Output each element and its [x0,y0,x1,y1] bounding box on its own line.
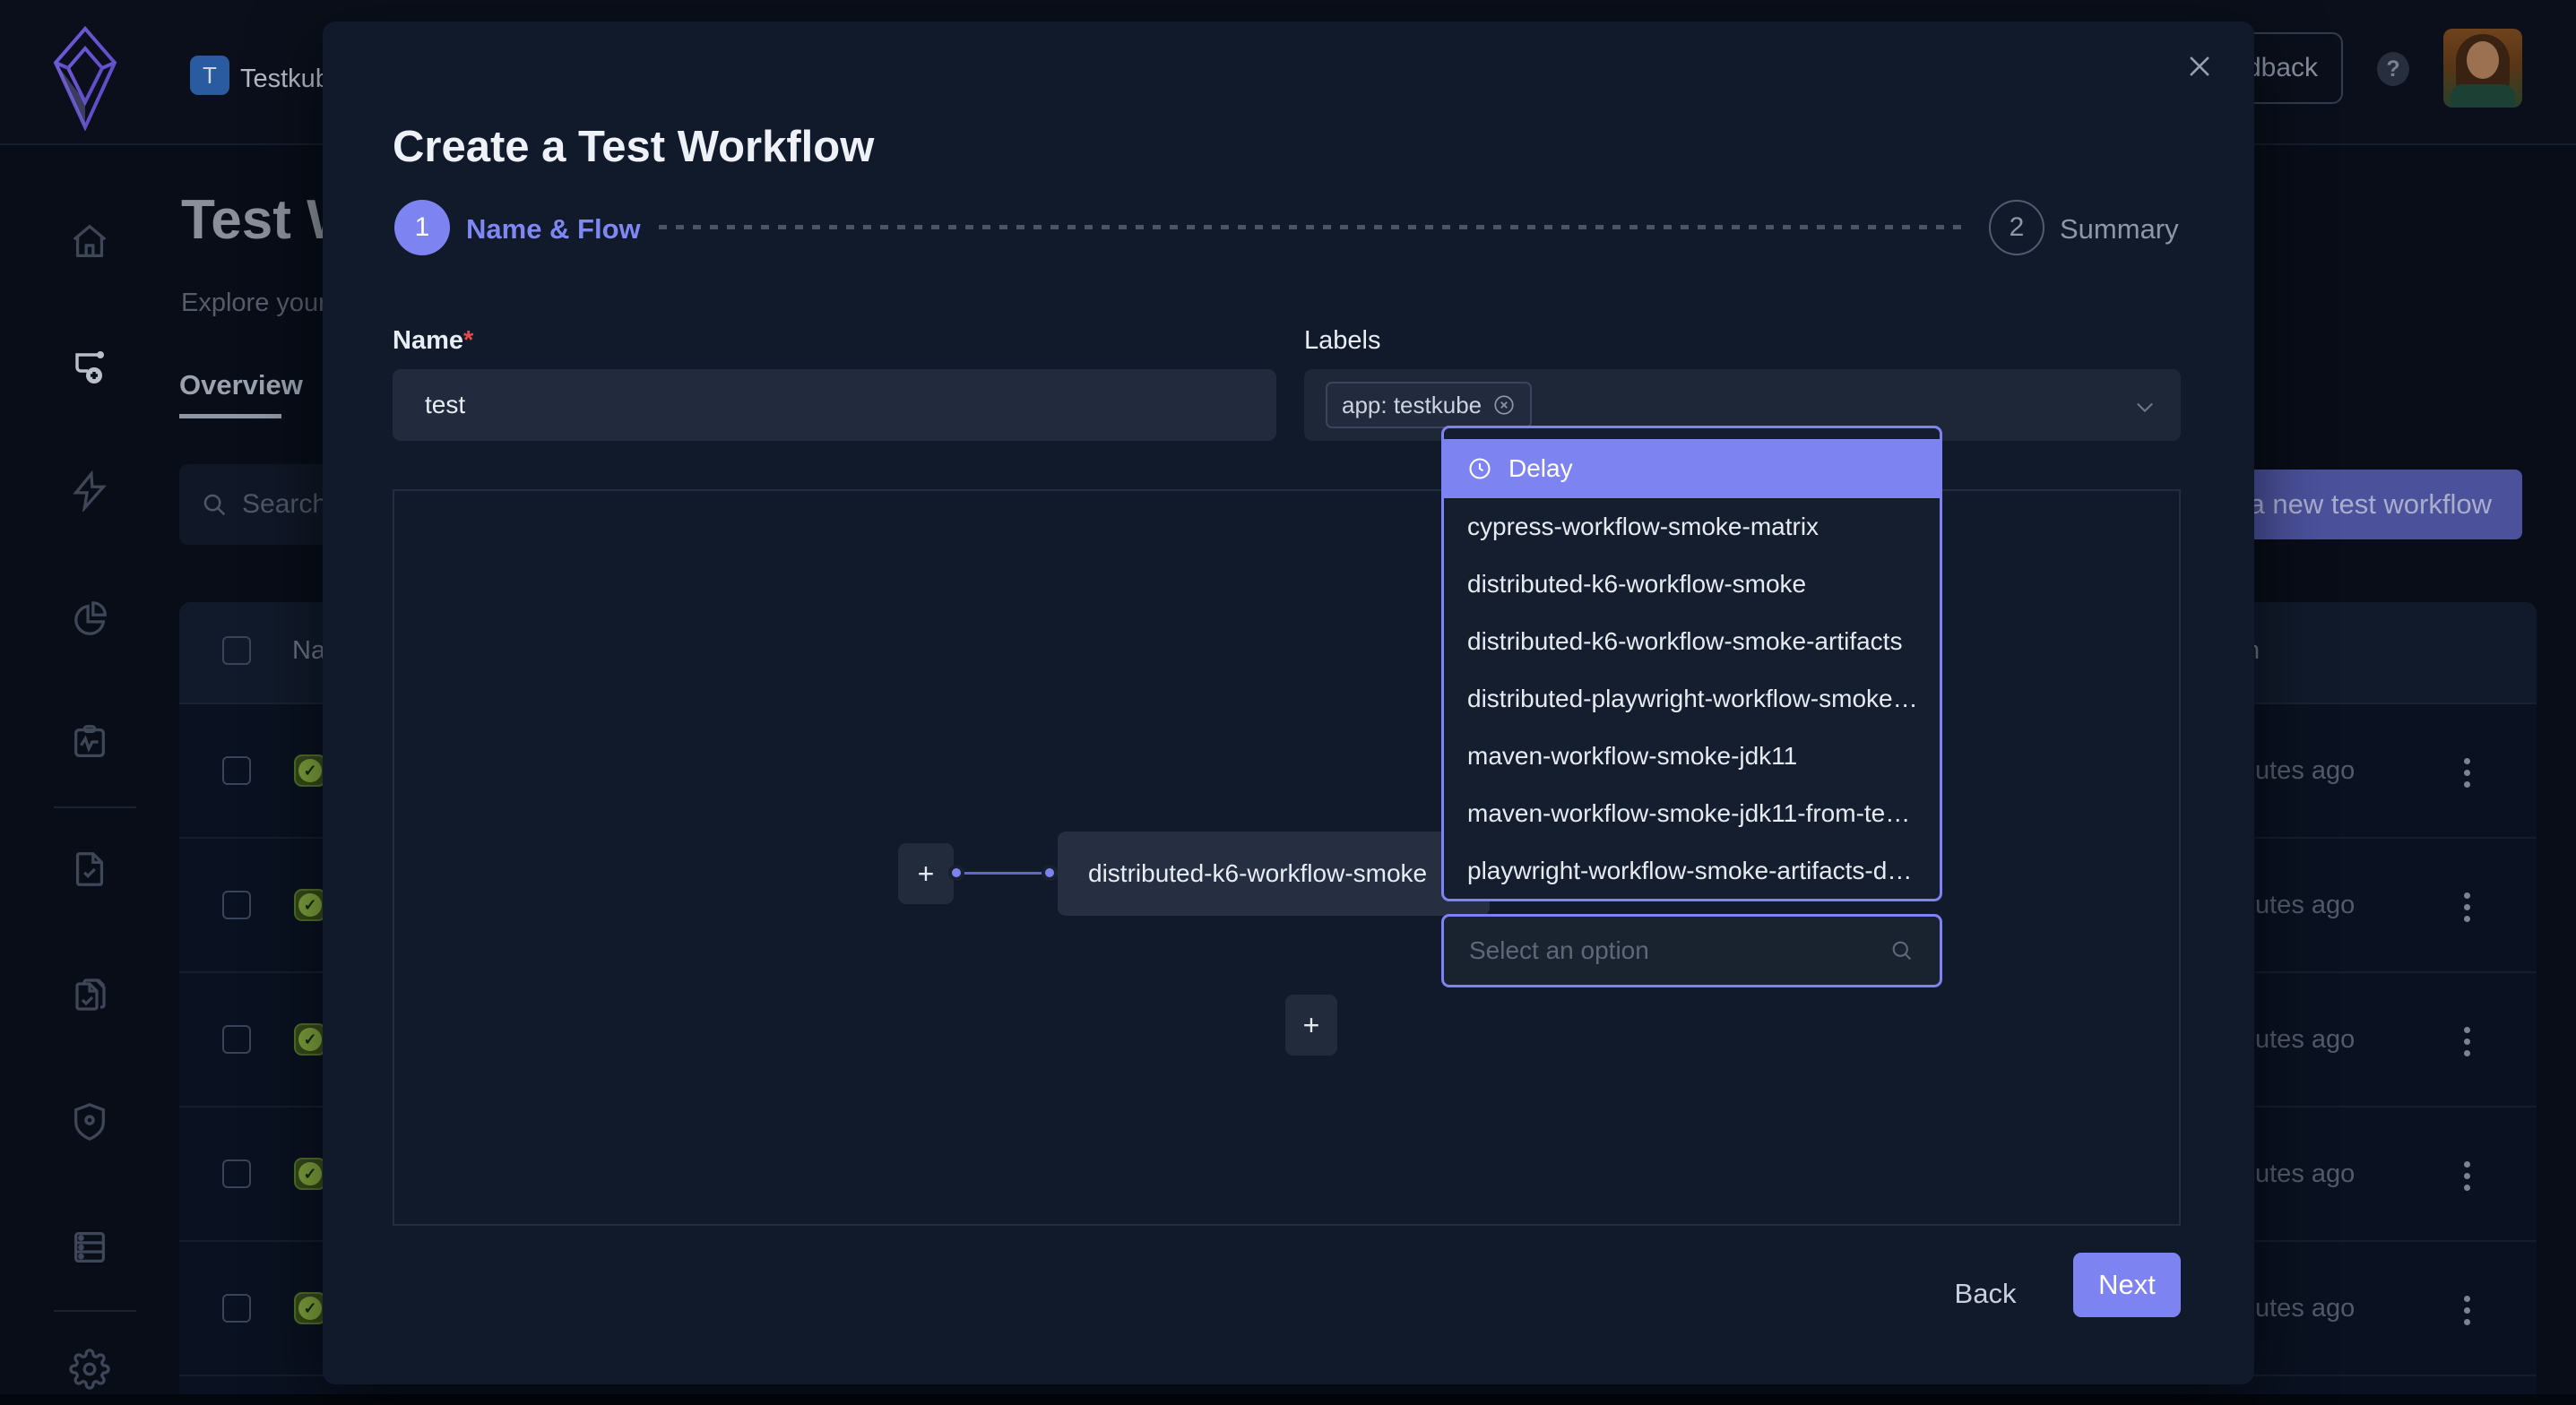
row-timestamp: utes ago [2255,1294,2355,1323]
status-passed-icon: ✓ [294,1023,326,1056]
modal-title: Create a Test Workflow [393,122,874,172]
dropdown-option[interactable]: distributed-playwright-workflow-smoke… [1444,670,1940,728]
dropdown-option[interactable]: maven-workflow-smoke-jdk11 [1444,728,1940,785]
step-1-circle: 1 [394,200,450,255]
sidebar-item-settings[interactable] [40,1338,139,1401]
row-timestamp: utes ago [2255,756,2355,786]
dropdown-option-delay[interactable]: Delay [1444,439,1940,498]
edge-source-handle[interactable] [948,865,964,881]
row-checkbox[interactable] [222,1294,251,1323]
dropdown-option[interactable]: distributed-k6-workflow-smoke-artifacts [1444,613,1940,670]
app-root: T Testkube Feedback ? [0,0,2576,1405]
sidebar-divider [54,806,136,808]
clock-icon [1467,456,1492,481]
dropdown-option[interactable]: distributed-k6-workflow-smoke [1444,556,1940,613]
sidebar-item-test-suites[interactable] [40,965,139,1028]
next-button[interactable]: Next [2073,1253,2181,1317]
select-option-input[interactable] [1469,936,1889,965]
label-tag: app: testkube [1326,382,1532,428]
add-step-node[interactable]: + [898,843,954,904]
tab-overview[interactable]: Overview [179,369,303,401]
close-icon[interactable] [2180,47,2219,86]
step-options-dropdown: Delay cypress-workflow-smoke-matrix dist… [1441,426,1942,901]
row-checkbox[interactable] [222,756,251,785]
row-checkbox[interactable] [222,891,251,919]
row-menu-icon[interactable] [2449,885,2485,928]
add-step-node[interactable]: + [1285,995,1337,1056]
sidebar-item-home[interactable] [40,211,139,273]
labels-field-label: Labels [1304,326,1380,356]
select-all-checkbox[interactable] [222,636,251,665]
status-passed-icon: ✓ [294,1292,326,1324]
testkube-logo-icon [52,25,118,131]
org-badge[interactable]: T [190,56,229,95]
row-timestamp: utes ago [2255,891,2355,920]
sidebar-divider [54,1310,136,1312]
row-checkbox[interactable] [222,1159,251,1188]
sidebar-item-insights[interactable] [40,589,139,651]
add-test-workflow-button[interactable]: Add a new test workflow [2226,470,2522,539]
tab-underline [179,414,281,418]
user-avatar[interactable] [2443,29,2522,108]
row-timestamp: utes ago [2255,1159,2355,1189]
chevron-down-icon [2132,394,2157,419]
sidebar-item-status-pages[interactable] [40,711,139,773]
dropdown-option[interactable]: playwright-workflow-smoke-artifacts-d… [1444,842,1940,900]
avatar-shirt [2451,84,2515,108]
avatar-face [2467,41,2499,79]
row-menu-icon[interactable] [2449,1289,2485,1332]
sidebar-item-executors[interactable] [40,1090,139,1153]
bottom-strip [0,1394,2576,1405]
name-field-label: Name* [393,326,473,356]
status-passed-icon: ✓ [294,889,326,921]
remove-tag-icon[interactable] [1492,393,1516,417]
search-icon [1889,938,1915,963]
sidebar-item-triggers[interactable] [40,460,139,522]
stepper-connector [659,225,1967,229]
row-menu-icon[interactable] [2449,751,2485,794]
row-timestamp: utes ago [2255,1025,2355,1055]
page-subtitle: Explore your [181,289,327,318]
row-menu-icon[interactable] [2449,1020,2485,1063]
dropdown-option[interactable]: cypress-workflow-smoke-matrix [1444,498,1940,556]
create-test-workflow-modal: Create a Test Workflow 1 Name & Flow 2 S… [323,22,2254,1384]
edge-target-handle[interactable] [1042,865,1058,881]
row-checkbox[interactable] [222,1025,251,1054]
workflow-node[interactable]: distributed-k6-workflow-smoke [1058,832,1490,916]
required-asterisk: * [463,326,473,355]
sidebar-item-tests[interactable] [40,838,139,901]
back-button[interactable]: Back [1936,1262,2035,1326]
sidebar-item-test-workflows[interactable] [40,336,139,399]
help-icon[interactable]: ? [2377,52,2409,86]
status-passed-icon: ✓ [294,754,326,787]
step-2-circle: 2 [1989,200,2044,255]
select-option-field[interactable] [1441,914,1942,987]
status-passed-icon: ✓ [294,1158,326,1190]
row-menu-icon[interactable] [2449,1154,2485,1197]
name-input[interactable] [393,369,1276,441]
step-1-label: Name & Flow [466,213,641,246]
step-2-label: Summary [2060,213,2179,246]
dropdown-option[interactable]: maven-workflow-smoke-jdk11-from-te… [1444,785,1940,842]
search-icon [201,491,228,518]
sidebar-item-sources[interactable] [40,1216,139,1279]
